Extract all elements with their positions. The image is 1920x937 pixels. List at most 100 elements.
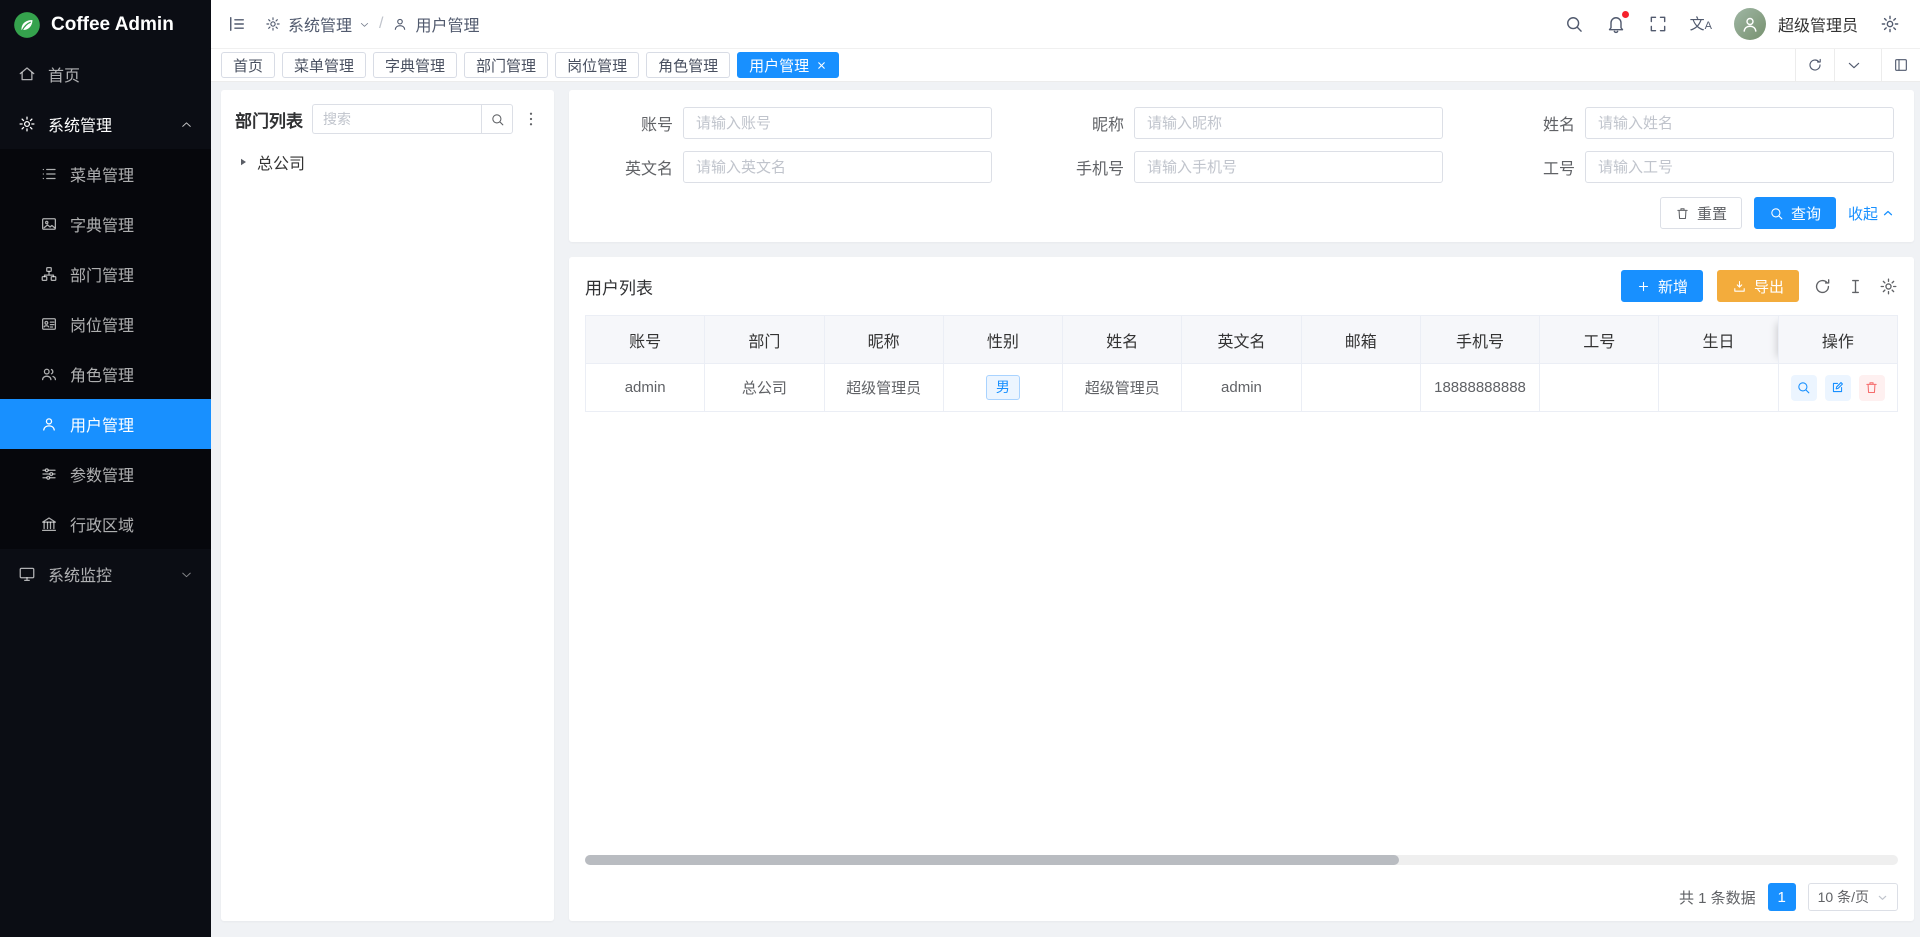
search-button[interactable]: 查询 (1754, 197, 1836, 229)
tree-node-head-office[interactable]: 总公司 (235, 150, 540, 174)
row-height-icon[interactable] (1846, 277, 1865, 296)
user-avatar[interactable] (1734, 8, 1766, 40)
column-settings-gear-icon[interactable] (1879, 277, 1898, 296)
department-panel-header: 部门列表 (235, 104, 540, 134)
user-icon (392, 16, 408, 32)
app-logo[interactable]: Coffee Admin (0, 0, 211, 49)
tab-dept-management[interactable]: 部门管理 (464, 52, 548, 78)
reset-label: 重置 (1697, 203, 1727, 224)
sidebar-item-post-management[interactable]: 岗位管理 (0, 299, 211, 349)
search-fields-grid: 账号 昵称 姓名 英文名 (589, 107, 1894, 183)
collapse-form-link[interactable]: 收起 (1848, 203, 1894, 224)
column-header-dept: 部门 (705, 316, 824, 364)
tab-menu-management[interactable]: 菜单管理 (282, 52, 366, 78)
tab-close-icon[interactable] (816, 60, 827, 71)
column-header-work-no: 工号 (1540, 316, 1659, 364)
search-icon (490, 112, 505, 127)
export-button[interactable]: 导出 (1717, 270, 1799, 302)
field-label: 工号 (1491, 155, 1575, 179)
sidebar-item-dept-management[interactable]: 部门管理 (0, 249, 211, 299)
caret-right-icon[interactable] (237, 156, 249, 168)
nickname-input[interactable] (1134, 107, 1443, 139)
refresh-table-icon[interactable] (1813, 277, 1832, 296)
table-footer: 共 1 条数据 1 10 条/页 (585, 873, 1898, 921)
refresh-tab-icon[interactable] (1795, 49, 1834, 81)
settings-gear-icon[interactable] (1880, 14, 1900, 34)
add-user-button[interactable]: 新增 (1621, 270, 1703, 302)
tabs-bar: 首页 菜单管理 字典管理 部门管理 岗位管理 角色管理 用户管理 (211, 49, 1920, 82)
work-no-input[interactable] (1585, 151, 1894, 183)
fullscreen-icon[interactable] (1648, 14, 1668, 34)
tabs-more-chevron-icon[interactable] (1834, 49, 1873, 81)
user-table-header: 用户列表 新增 导出 (585, 257, 1898, 315)
sidebar-item-home[interactable]: 首页 (0, 49, 211, 99)
chevron-down-icon[interactable] (359, 19, 370, 30)
sidebar-item-param-management[interactable]: 参数管理 (0, 449, 211, 499)
current-user-name[interactable]: 超级管理员 (1778, 12, 1858, 36)
collapse-label: 收起 (1848, 203, 1878, 224)
view-row-button[interactable] (1791, 375, 1817, 401)
sidebar-item-user-management[interactable]: 用户管理 (0, 399, 211, 449)
content-fullscreen-icon[interactable] (1881, 49, 1920, 81)
chevron-down-icon (180, 568, 193, 581)
translate-icon[interactable]: 文A (1690, 17, 1712, 32)
total-count-text: 共 1 条数据 (1679, 887, 1756, 908)
sidebar-item-label: 字典管理 (70, 212, 134, 236)
gear-icon (18, 115, 36, 133)
sidebar-item-system-monitor[interactable]: 系统监控 (0, 549, 211, 599)
tab-user-management[interactable]: 用户管理 (737, 52, 839, 78)
field-label: 账号 (589, 111, 673, 135)
home-icon (18, 65, 36, 83)
tab-role-management[interactable]: 角色管理 (646, 52, 730, 78)
tab-home[interactable]: 首页 (221, 52, 275, 78)
search-icon[interactable] (1564, 14, 1584, 34)
breadcrumb-separator: / (379, 15, 383, 33)
edit-row-button[interactable] (1825, 375, 1851, 401)
sidebar-item-role-management[interactable]: 角色管理 (0, 349, 211, 399)
sidebar-item-dict-management[interactable]: 字典管理 (0, 199, 211, 249)
page-size-select[interactable]: 10 条/页 (1808, 883, 1898, 911)
reset-button[interactable]: 重置 (1660, 197, 1742, 229)
horizontal-scrollbar-track[interactable] (585, 855, 1898, 865)
column-header-name: 姓名 (1063, 316, 1182, 364)
sidebar-item-system-management[interactable]: 系统管理 (0, 99, 211, 149)
column-header-gender: 性别 (943, 316, 1062, 364)
collapse-sidebar-icon[interactable] (227, 14, 247, 34)
dictionary-icon (40, 215, 58, 233)
sidebar-item-admin-region[interactable]: 行政区域 (0, 499, 211, 549)
sidebar: Coffee Admin 首页 系统管理 菜单管理 字典管理 (0, 0, 211, 937)
cell-nickname: 超级管理员 (824, 364, 943, 412)
table-toolbar: 新增 导出 (1621, 270, 1898, 302)
tab-label: 首页 (233, 55, 263, 76)
horizontal-scrollbar-thumb[interactable] (585, 855, 1399, 865)
column-header-account: 账号 (586, 316, 705, 364)
breadcrumb-section[interactable]: 系统管理 (288, 12, 352, 36)
name-input[interactable] (1585, 107, 1894, 139)
chevron-up-icon (180, 118, 193, 131)
more-options-icon[interactable] (522, 110, 540, 128)
sidebar-menu: 首页 系统管理 菜单管理 字典管理 部门管理 (0, 49, 211, 937)
tab-dict-management[interactable]: 字典管理 (373, 52, 457, 78)
delete-row-button[interactable] (1859, 375, 1885, 401)
department-search-input[interactable] (312, 104, 481, 134)
topbar-actions: 文A 超级管理员 (1564, 8, 1900, 40)
cell-dept: 总公司 (705, 364, 824, 412)
column-header-nickname: 昵称 (824, 316, 943, 364)
sidebar-item-menu-management[interactable]: 菜单管理 (0, 149, 211, 199)
field-label: 昵称 (1040, 111, 1124, 135)
page-1-button[interactable]: 1 (1768, 883, 1796, 911)
sidebar-submenu-system: 菜单管理 字典管理 部门管理 岗位管理 角色管理 (0, 149, 211, 549)
en-name-input[interactable] (683, 151, 992, 183)
tab-post-management[interactable]: 岗位管理 (555, 52, 639, 78)
sidebar-item-label: 系统监控 (48, 562, 112, 586)
cell-actions (1778, 364, 1897, 412)
tabs-toolbar (1795, 49, 1920, 81)
department-search-group (312, 104, 513, 134)
notification-bell[interactable] (1606, 14, 1626, 34)
account-input[interactable] (683, 107, 992, 139)
phone-input[interactable] (1134, 151, 1443, 183)
department-search-button[interactable] (481, 104, 513, 134)
app-root: Coffee Admin 首页 系统管理 菜单管理 字典管理 (0, 0, 1920, 937)
download-icon (1732, 279, 1747, 294)
table-row[interactable]: admin 总公司 超级管理员 男 超级管理员 admin 1888888888… (586, 364, 1898, 412)
